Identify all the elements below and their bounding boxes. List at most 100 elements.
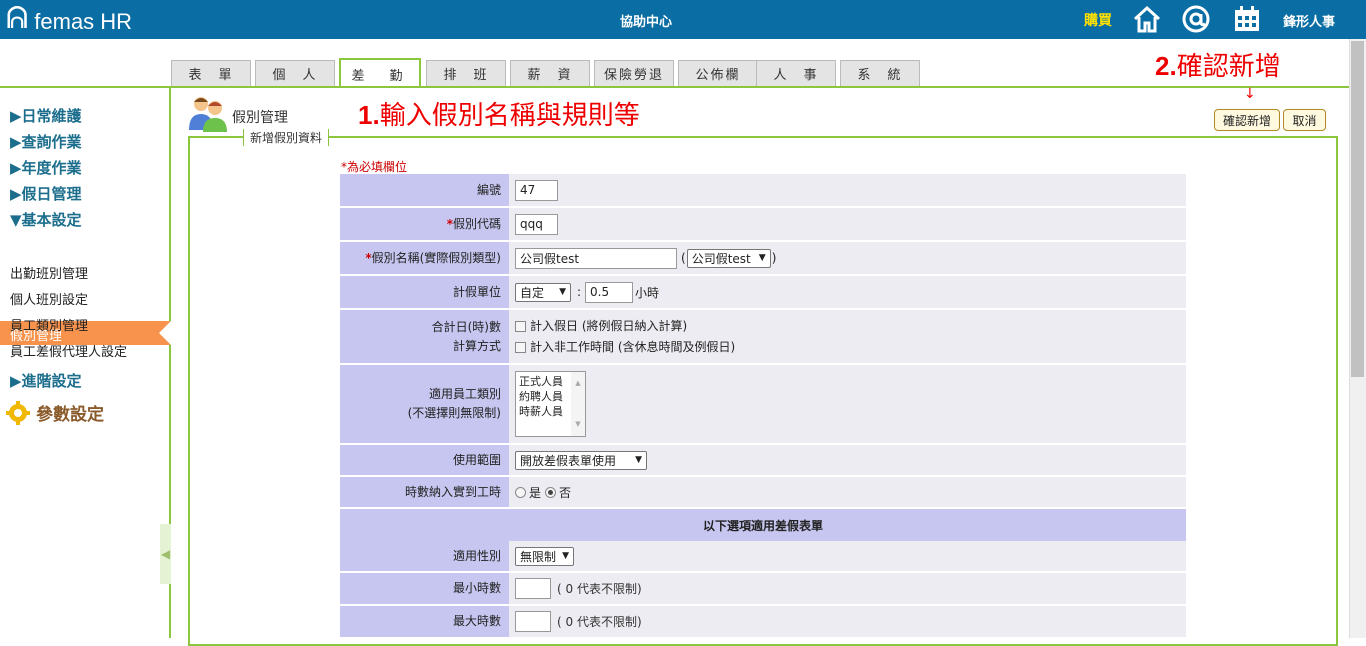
chevron-down-icon: ▼: [758, 253, 766, 263]
code-label: 假別代碼: [452, 216, 501, 231]
section-title: 以下選項適用差假表單: [340, 509, 1186, 541]
radio-no[interactable]: [545, 486, 557, 498]
employee-type-listbox[interactable]: 正式人員 約聘人員 時薪人員 ▲ ▼: [515, 371, 586, 437]
listbox-scrollbar[interactable]: ▲ ▼: [571, 372, 585, 436]
row-max-hours: 最大時數 ( 0 代表不限制): [340, 606, 1186, 639]
annotation-step-1-text: 輸入假別名稱與規則等: [379, 101, 640, 131]
home-icon[interactable]: [1132, 4, 1162, 34]
annotation-step-2-num: 2.: [1155, 51, 1177, 81]
scope-label: 使用範圍: [340, 445, 509, 475]
sidebar-params[interactable]: 參數設定: [6, 400, 104, 425]
name-type-select[interactable]: 公司假test ▼: [686, 248, 771, 268]
page-header: 假別管理: [188, 94, 288, 132]
calc-option-nonwork[interactable]: 計入非工作時間 (含休息時間及例假日): [515, 337, 735, 358]
sidebar-item-deputy[interactable]: 員工差假代理人設定: [10, 341, 127, 360]
chevron-down-icon: ▼: [559, 287, 566, 297]
calendar-icon[interactable]: [1232, 4, 1262, 34]
top-bar: ᕱ femas HR 協助中心 購買 鋒形人事: [0, 0, 1366, 39]
row-code: * 假別代碼 qqq: [340, 208, 1186, 242]
calc-option-holiday[interactable]: 計入假日 (將例假日納入計算): [515, 316, 687, 337]
radio-yes[interactable]: [515, 486, 526, 498]
sidebar-item-shift[interactable]: 出勤班別管理: [10, 263, 88, 282]
sidebar-item-personal-shift[interactable]: 個人班別設定: [10, 289, 88, 308]
chevron-down-icon: ▼: [635, 455, 642, 465]
logo-mark: ᕱ: [6, 1, 29, 36]
min-hours-input[interactable]: [515, 578, 551, 599]
sidebar-collapse-handle[interactable]: ◀: [160, 524, 171, 584]
users-icon: [189, 97, 227, 132]
tab-underline: [0, 86, 1349, 88]
checkbox[interactable]: [515, 341, 526, 353]
tab-scheduling[interactable]: 排 班: [426, 60, 506, 86]
required-note: *為必填欄位: [341, 160, 408, 174]
tab-payroll[interactable]: 薪 資: [510, 60, 590, 86]
max-hours-input[interactable]: [515, 611, 551, 632]
sidebar-group-annual[interactable]: ▶年度作業: [10, 157, 82, 178]
row-scope: 使用範圍 開放差假表單使用 ▼: [340, 445, 1186, 477]
row-calc: 合計日(時)數 計算方式 計入假日 (將例假日納入計算) 計入非工作時間 (含休…: [340, 310, 1186, 365]
row-hours: 時數納入實到工時 是 否: [340, 477, 1186, 509]
row-min-hours: 最小時數 ( 0 代表不限制): [340, 573, 1186, 606]
code-input[interactable]: qqq: [515, 213, 558, 235]
annotation-step-2: 2.確認新增: [1155, 46, 1281, 83]
annotation-step-2-text: 確認新增: [1176, 52, 1281, 82]
min-hours-label: 最小時數: [340, 573, 509, 604]
confirm-add-button[interactable]: 確認新增: [1214, 109, 1280, 131]
unit-suffix: 小時: [635, 285, 660, 300]
gender-select[interactable]: 無限制 ▼: [515, 546, 574, 566]
tab-insurance[interactable]: 保險勞退: [594, 60, 674, 86]
sidebar-group-query[interactable]: ▶查詢作業: [10, 131, 82, 152]
annotation-step-1: 1.輸入假別名稱與規則等: [358, 95, 640, 132]
calc-option-holiday-label: 計入假日 (將例假日納入計算): [530, 318, 688, 333]
emp-label-1: 適用員工類別: [428, 387, 501, 401]
calc-label-1: 合計日(時)數: [431, 319, 501, 334]
max-hours-label: 最大時數: [340, 606, 509, 637]
row-unit: 計假單位 自定 ▼ : 0.5 小時: [340, 276, 1186, 310]
fieldset-legend: 新增假別資料: [243, 129, 330, 146]
femas-logo[interactable]: ᕱ femas HR: [6, 2, 132, 36]
checkbox[interactable]: [515, 320, 526, 332]
unit-select[interactable]: 自定 ▼: [515, 282, 571, 302]
calc-label-2: 計算方式: [452, 338, 501, 353]
row-name: * 假別名稱(實際假別類型) 公司假test ( 公司假test ▼ ): [340, 242, 1186, 276]
sidebar-group-advanced[interactable]: ▶進階設定: [10, 370, 82, 391]
cancel-button[interactable]: 取消: [1283, 109, 1326, 131]
sidebar-group-holiday[interactable]: ▶假日管理: [10, 183, 82, 204]
sidebar-item-employee-type[interactable]: 員工類別管理: [10, 315, 88, 334]
unit-select-value: 自定: [520, 285, 545, 300]
unit-input[interactable]: 0.5: [585, 281, 634, 303]
tab-system[interactable]: 系 統: [840, 60, 920, 86]
radio-yes-label: 是: [529, 485, 542, 500]
at-icon[interactable]: [1181, 4, 1211, 34]
radio-no-label: 否: [559, 485, 572, 500]
company-name[interactable]: 鋒形人事: [1283, 11, 1335, 30]
tab-attendance[interactable]: 差 勤: [339, 58, 421, 88]
tab-hr[interactable]: 人 事: [756, 60, 836, 86]
sidebar: ▶日常維護 ▶查詢作業 ▶年度作業 ▶假日管理 ▼基本設定 假別管理 出勤班別管…: [0, 88, 171, 638]
help-center-link[interactable]: 協助中心: [620, 11, 672, 30]
tab-forms[interactable]: 表 單: [171, 60, 251, 86]
sidebar-params-label: 參數設定: [36, 405, 104, 425]
row-gender: 適用性別 無限制 ▼: [340, 541, 1186, 573]
hours-label: 時數納入實到工時: [340, 477, 509, 507]
scope-value: 開放差假表單使用: [520, 453, 617, 468]
id-label: 編號: [340, 174, 509, 206]
chevron-down-icon: ▼: [562, 551, 569, 561]
gender-value: 無限制: [520, 549, 557, 564]
max-hours-note: ( 0 代表不限制): [557, 615, 642, 629]
row-employee-type: 適用員工類別 (不選擇則無限制) 正式人員 約聘人員 時薪人員 ▲ ▼: [340, 365, 1186, 445]
emp-label-2: (不選擇則無限制): [407, 406, 501, 420]
name-input[interactable]: 公司假test: [515, 247, 677, 269]
gear-icon: [6, 400, 30, 425]
sidebar-group-daily[interactable]: ▶日常維護: [10, 105, 82, 126]
annotation-step-1-num: 1.: [358, 100, 380, 130]
row-id: 編號 47: [340, 174, 1186, 208]
buy-link[interactable]: 購買: [1084, 10, 1112, 30]
id-input[interactable]: 47: [515, 179, 558, 201]
tab-personal[interactable]: 個 人: [255, 60, 335, 86]
tab-bulletin[interactable]: 公佈欄: [678, 60, 758, 86]
page-title: 假別管理: [232, 110, 288, 126]
scrollbar-thumb[interactable]: [1351, 41, 1364, 377]
sidebar-group-basic[interactable]: ▼基本設定: [10, 209, 82, 230]
scope-select[interactable]: 開放差假表單使用 ▼: [515, 450, 647, 470]
